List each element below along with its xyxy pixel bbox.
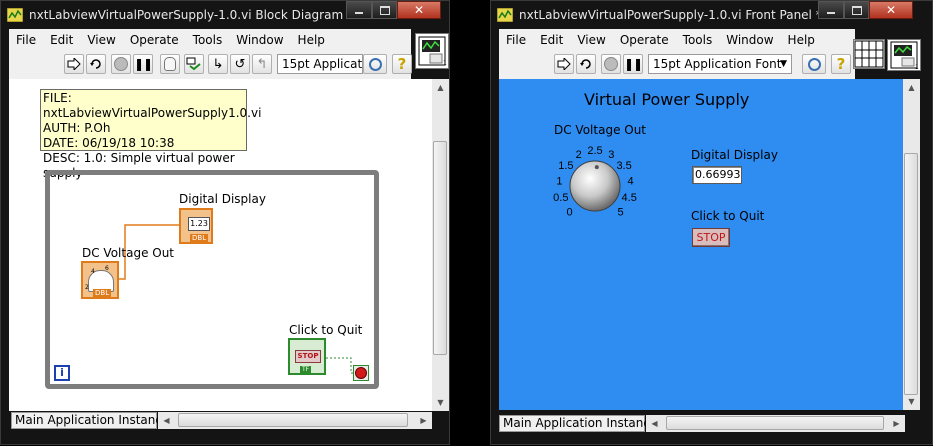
knob-scale-label: 1.5 [558, 160, 573, 172]
menu-item-tools[interactable]: Tools [676, 33, 720, 47]
window-title: nxtLabviewVirtualPowerSupply-1.0.vi Fron… [519, 8, 822, 22]
block-diagram-window: nxtLabviewVirtualPowerSupply-1.0.vi Bloc… [0, 0, 450, 445]
vertical-scrollbar[interactable]: ▲ ▼ [903, 79, 920, 410]
front-panel-titlebar[interactable]: nxtLabviewVirtualPowerSupply-1.0.vi Fron… [491, 1, 932, 29]
run-continuously-button[interactable] [576, 54, 596, 74]
voltage-knob[interactable]: 0 0.5 1 1.52 2.5 33.5 4 4.5 5 [531, 135, 655, 227]
run-continuously-icon [580, 59, 591, 69]
search-button[interactable] [802, 54, 826, 74]
help-icon: ? [836, 55, 846, 73]
horizontal-scrollbar[interactable]: ◀ ▶ [158, 412, 432, 429]
stop-button[interactable]: STOP [692, 228, 730, 247]
pause-icon: ❚❚ [623, 57, 643, 71]
abort-button[interactable] [601, 54, 621, 74]
scroll-down-arrow-icon[interactable]: ▼ [432, 394, 449, 411]
vertical-scrollbar[interactable]: ▲ ▼ [432, 79, 449, 411]
menu-item-window[interactable]: Window [719, 33, 780, 47]
knob-scale-label: 4 [91, 268, 95, 275]
minimize-icon [827, 12, 835, 14]
scroll-up-arrow-icon[interactable]: ▲ [903, 79, 920, 96]
scroll-up-arrow-icon[interactable]: ▲ [432, 79, 449, 96]
horizontal-scrollbar[interactable]: ◀ ▶ [646, 415, 905, 432]
front-panel-toolbar: ❚❚ 15pt Application Font ▼ ? [499, 51, 855, 79]
knob-scale-label: 2 [576, 149, 582, 161]
digital-display-terminal[interactable]: 1.23 DBL [179, 208, 213, 244]
font-selector-value: 15pt Application Font [653, 57, 782, 71]
scrollbar-thumb[interactable] [904, 153, 918, 395]
search-icon [807, 57, 821, 71]
dbl-type-label: DBL [93, 289, 112, 297]
knob-label: DC Voltage Out [82, 246, 175, 260]
scroll-left-arrow-icon[interactable]: ◀ [158, 412, 175, 429]
digital-display-value: 0.669938 [692, 166, 742, 184]
minimize-button[interactable] [818, 1, 844, 19]
knob-scale-label: 1 [556, 175, 562, 187]
scroll-left-arrow-icon[interactable]: ◀ [646, 415, 663, 432]
loop-condition-terminal[interactable] [353, 365, 369, 381]
vi-icon-graphic: 1 [890, 41, 919, 71]
panel-title: Virtual Power Supply [584, 90, 750, 109]
knob-scale-label: 5 [617, 207, 623, 219]
connector-pane-grid-icon [854, 40, 884, 68]
font-selector[interactable]: 15pt Application Font ▼ [648, 54, 792, 74]
close-icon: ✕ [885, 3, 897, 17]
knob-scale-label: 6 [105, 265, 109, 272]
digital-display-label: Digital Display [179, 192, 266, 206]
stop-terminal[interactable]: STOP TF [288, 338, 326, 375]
menu-item-view[interactable]: View [570, 33, 612, 47]
knob-scale-label: 2.5 [587, 145, 602, 157]
front-panel-window: nxtLabviewVirtualPowerSupply-1.0.vi Fron… [490, 0, 933, 445]
menu-item-help[interactable]: Help [781, 33, 822, 47]
quit-label: Click to Quit [289, 323, 363, 337]
scrollbar-thumb[interactable] [178, 413, 408, 427]
status-bar-instance: Main Application Instance [499, 415, 657, 432]
front-panel-menubar: File Edit View Operate Tools Window Help [499, 29, 855, 51]
menu-item-operate[interactable]: Operate [613, 33, 676, 47]
knob-body [569, 160, 621, 212]
pause-button[interactable]: ❚❚ [623, 54, 643, 74]
status-bar-instance: Main Application Instance [11, 412, 169, 429]
knob-pointer-dot [594, 165, 599, 170]
knob-scale-label: 2 [85, 284, 89, 291]
menu-item-file[interactable]: File [499, 33, 533, 47]
svg-text:1: 1 [915, 64, 919, 70]
dbl-type-label: DBL [190, 234, 209, 242]
abort-icon [604, 57, 618, 71]
knob-scale-label: 4.5 [622, 192, 637, 204]
menu-item-edit[interactable]: Edit [533, 33, 570, 47]
labview-icon [497, 8, 513, 22]
scroll-right-arrow-icon[interactable]: ▶ [888, 415, 905, 432]
stop-terminal-button: STOP [295, 350, 321, 363]
close-button[interactable]: ✕ [869, 1, 913, 19]
chevron-down-icon: ▼ [780, 59, 787, 69]
scroll-down-arrow-icon[interactable]: ▼ [903, 393, 920, 410]
run-arrow-icon [557, 58, 571, 70]
maximize-icon [851, 5, 862, 15]
stop-if-true-icon [355, 367, 367, 379]
scroll-right-arrow-icon[interactable]: ▶ [415, 412, 432, 429]
digital-display-terminal-value: 1.23 [188, 217, 210, 231]
tf-type-label: TF [300, 366, 312, 373]
knob-scale-label: 3 [608, 149, 614, 161]
knob-scale-label: 3.5 [616, 160, 631, 172]
scrollbar-thumb[interactable] [433, 141, 447, 355]
knob-scale-label: 0.5 [553, 192, 568, 204]
iteration-terminal[interactable]: i [54, 365, 70, 381]
knob-terminal[interactable]: 4 6 2 DBL [81, 261, 119, 299]
digital-display-label: Digital Display [691, 148, 778, 162]
connector-pane[interactable] [853, 39, 885, 69]
help-button[interactable]: ? [831, 54, 851, 74]
maximize-button[interactable] [844, 1, 869, 19]
vi-icon[interactable]: 1 [887, 39, 921, 71]
knob-scale-label: 4 [628, 175, 634, 187]
quit-label: Click to Quit [691, 209, 765, 223]
knob-scale-label: 0 [566, 207, 572, 219]
scrollbar-thumb[interactable] [666, 416, 884, 430]
run-button[interactable] [554, 54, 574, 74]
